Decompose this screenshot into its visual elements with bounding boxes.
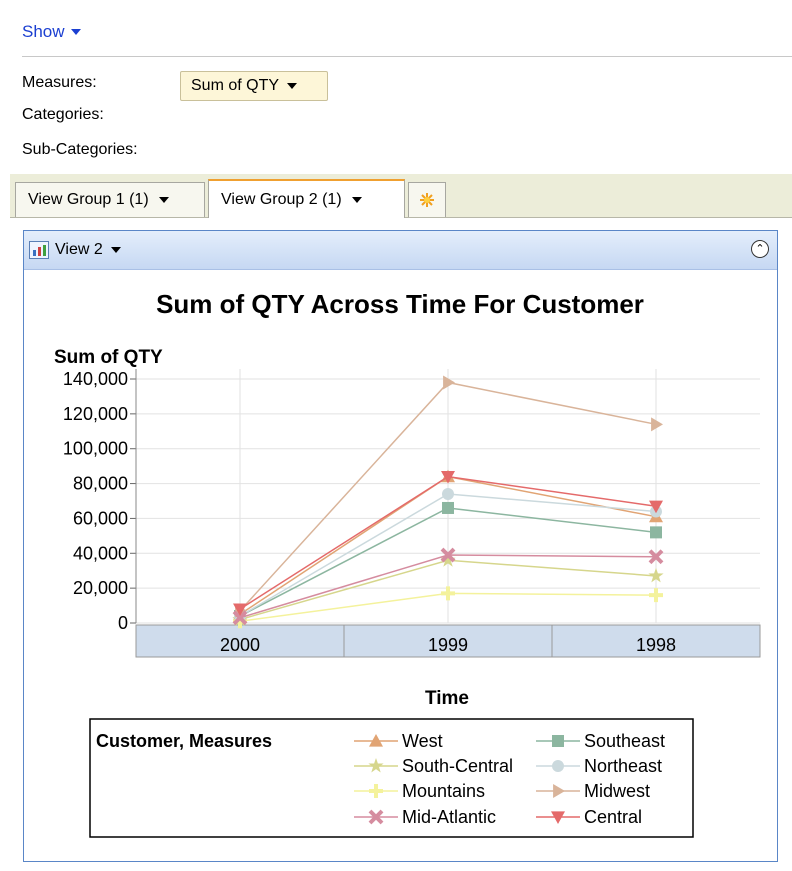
data-point — [443, 375, 455, 390]
data-point — [650, 526, 662, 539]
legend-label: Southeast — [584, 731, 665, 751]
chevron-down-icon — [110, 247, 121, 253]
y-tick-label: 20,000 — [73, 578, 128, 598]
view-group-tabstrip: View Group 1 (1) View Group 2 (1) — [10, 174, 792, 218]
y-tick-label: 0 — [118, 613, 128, 633]
legend-label: Mountains — [402, 781, 485, 801]
legend-marker — [552, 760, 564, 772]
legend-label: Central — [584, 807, 642, 827]
tab-label: View Group 2 (1) — [221, 190, 342, 208]
y-tick-label: 80,000 — [73, 474, 128, 494]
subcategories-label: Sub-Categories: — [22, 141, 138, 158]
measures-label: Measures: — [22, 74, 97, 91]
collapse-icon[interactable]: ⌃ — [751, 240, 769, 258]
data-point — [442, 488, 454, 501]
legend-label: Midwest — [584, 781, 650, 801]
view-title: View 2 — [55, 241, 103, 258]
view-title-menu[interactable]: View 2 — [55, 241, 121, 259]
y-tick-label: 40,000 — [73, 543, 128, 563]
tab-label: View Group 1 (1) — [28, 191, 149, 208]
x-axis-label: Time — [425, 688, 469, 709]
data-point — [649, 588, 663, 603]
chevron-down-icon — [287, 83, 298, 89]
measures-value: Sum of QTY — [191, 77, 280, 94]
legend-label: South-Central — [402, 756, 513, 776]
app-frame: Show Measures: Sum of QTY Categories: Su… — [10, 10, 792, 871]
y-tick-label: 60,000 — [73, 508, 128, 528]
new-tab-button[interactable] — [408, 182, 446, 217]
show-menu[interactable]: Show — [22, 22, 81, 42]
legend-label: Northeast — [584, 756, 662, 776]
chevron-down-icon — [70, 29, 81, 35]
chart-view-icon — [29, 241, 49, 259]
categories-label: Categories: — [22, 106, 104, 123]
x-tick-label: 1999 — [428, 635, 468, 655]
chevron-down-icon[interactable] — [158, 197, 169, 203]
chart-title: Sum of QTY Across Time For Customer — [156, 289, 644, 319]
legend-label: West — [402, 731, 443, 751]
measures-dropdown[interactable]: Sum of QTY — [180, 71, 328, 101]
chevron-down-icon[interactable] — [351, 196, 362, 203]
tab-view-group-1[interactable]: View Group 1 (1) — [15, 182, 205, 217]
chart-svg: Sum of QTY Across Time For Customer Sum … — [54, 289, 761, 838]
divider — [22, 56, 792, 57]
x-tick-label: 2000 — [220, 635, 260, 655]
y-tick-label: 140,000 — [63, 369, 128, 389]
view-panel: View 2 ⌃ Sum of QTY Across Time For Cust… — [23, 230, 778, 862]
show-label: Show — [22, 22, 65, 41]
y-axis-label: Sum of QTY — [54, 347, 163, 368]
view-header: View 2 ⌃ — [24, 231, 777, 270]
legend-label: Mid-Atlantic — [402, 807, 496, 827]
tab-view-group-2[interactable]: View Group 2 (1) — [208, 179, 405, 218]
data-point — [442, 501, 454, 514]
legend-title: Customer, Measures — [96, 731, 272, 751]
legend-marker — [552, 735, 564, 747]
x-tick-label: 1998 — [636, 635, 676, 655]
data-point — [651, 417, 663, 432]
sparkle-icon — [420, 193, 434, 207]
y-tick-label: 100,000 — [63, 439, 128, 459]
y-tick-label: 120,000 — [63, 404, 128, 424]
